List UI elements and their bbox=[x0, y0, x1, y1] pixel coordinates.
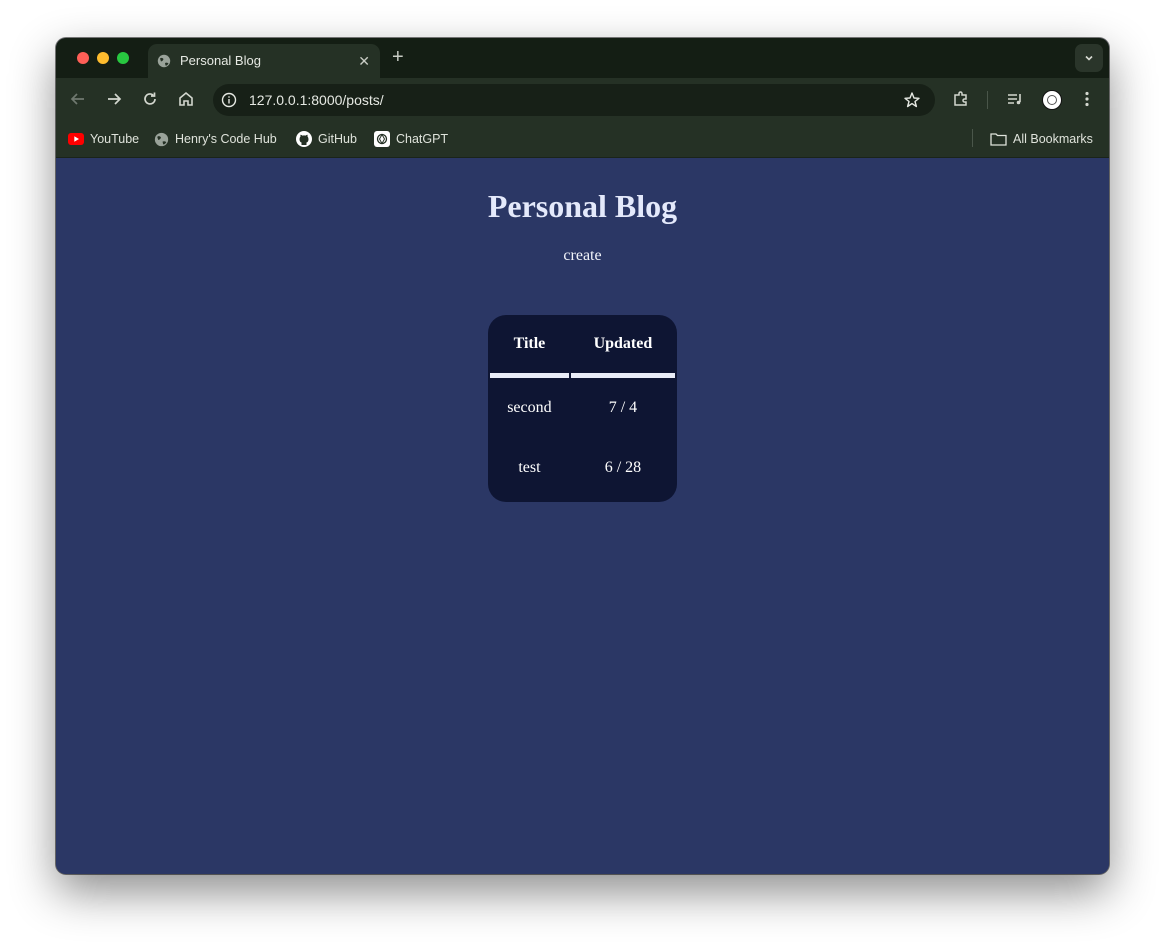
globe-icon bbox=[157, 54, 171, 68]
bookmark-label: YouTube bbox=[90, 132, 140, 146]
more-menu-icon[interactable] bbox=[1077, 89, 1097, 109]
tab-close-icon[interactable]: ✕ bbox=[358, 53, 370, 70]
posts-table-card: Title Updated second 7 / 4 test 6 / 28 bbox=[488, 315, 677, 502]
youtube-icon bbox=[68, 133, 84, 145]
github-icon bbox=[296, 131, 312, 147]
globe-icon bbox=[154, 132, 169, 146]
chatgpt-icon bbox=[374, 131, 390, 147]
table-row[interactable]: test 6 / 28 bbox=[490, 438, 675, 498]
bookmark-label: ChatGPT bbox=[396, 132, 449, 146]
bookmarks-bar: YouTube Henry's Code Hub GitHub ChatGPT bbox=[56, 120, 1109, 158]
tab-personal-blog[interactable]: Personal Blog ✕ bbox=[148, 44, 380, 78]
browser-window: Personal Blog ✕ + 127.0.0.1:8000/posts/ … bbox=[56, 38, 1109, 874]
column-header-updated: Updated bbox=[570, 315, 675, 378]
address-bar[interactable]: 127.0.0.1:8000/posts/ bbox=[213, 84, 935, 116]
column-header-title: Title bbox=[490, 315, 569, 378]
minimize-window-button[interactable] bbox=[97, 52, 109, 64]
bookmarks-divider bbox=[972, 129, 973, 147]
tab-search-button[interactable] bbox=[1075, 44, 1103, 72]
bookmark-youtube[interactable]: YouTube bbox=[68, 130, 139, 148]
posts-table: Title Updated second 7 / 4 test 6 / 28 bbox=[488, 315, 677, 498]
page-title: Personal Blog bbox=[487, 188, 678, 224]
post-title-cell[interactable]: test bbox=[490, 438, 569, 498]
bookmark-github[interactable]: GitHub bbox=[296, 130, 357, 148]
back-arrow-icon[interactable] bbox=[68, 89, 88, 109]
home-icon[interactable] bbox=[176, 89, 196, 109]
bookmark-chatgpt[interactable]: ChatGPT bbox=[374, 130, 448, 148]
all-bookmarks-label: All Bookmarks bbox=[1013, 132, 1093, 146]
page-content: Personal Blog create Title Updated secon… bbox=[56, 158, 1109, 874]
bookmark-label: Henry's Code Hub bbox=[175, 132, 277, 146]
table-row[interactable]: second 7 / 4 bbox=[490, 378, 675, 438]
table-header-row: Title Updated bbox=[490, 315, 675, 378]
tab-title: Personal Blog bbox=[180, 53, 261, 68]
site-info-icon[interactable] bbox=[221, 92, 237, 108]
bookmark-label: GitHub bbox=[318, 132, 357, 146]
post-updated-cell: 6 / 28 bbox=[604, 459, 642, 476]
tab-strip: Personal Blog ✕ + bbox=[56, 38, 1109, 78]
post-title-cell[interactable]: second bbox=[490, 378, 569, 438]
toolbar-divider bbox=[987, 91, 988, 109]
folder-icon bbox=[990, 133, 1007, 146]
create-link[interactable]: create bbox=[56, 247, 1109, 265]
chevron-down-icon bbox=[1085, 56, 1093, 61]
url-text: 127.0.0.1:8000/posts/ bbox=[249, 92, 384, 108]
extensions-puzzle-icon[interactable] bbox=[951, 89, 971, 109]
bookmark-henrys-code-hub[interactable]: Henry's Code Hub bbox=[154, 130, 277, 148]
reload-icon[interactable] bbox=[140, 89, 160, 109]
maximize-window-button[interactable] bbox=[117, 52, 129, 64]
bookmark-star-icon[interactable] bbox=[903, 91, 921, 109]
all-bookmarks-button[interactable]: All Bookmarks bbox=[990, 130, 1093, 148]
close-window-button[interactable] bbox=[77, 52, 89, 64]
new-tab-button[interactable]: + bbox=[392, 46, 404, 68]
browser-toolbar: 127.0.0.1:8000/posts/ bbox=[56, 78, 1109, 120]
forward-arrow-icon[interactable] bbox=[104, 89, 124, 109]
profile-avatar[interactable] bbox=[1042, 90, 1062, 110]
post-updated-cell: 7 / 4 bbox=[608, 399, 638, 416]
media-queue-icon[interactable] bbox=[1005, 89, 1025, 109]
